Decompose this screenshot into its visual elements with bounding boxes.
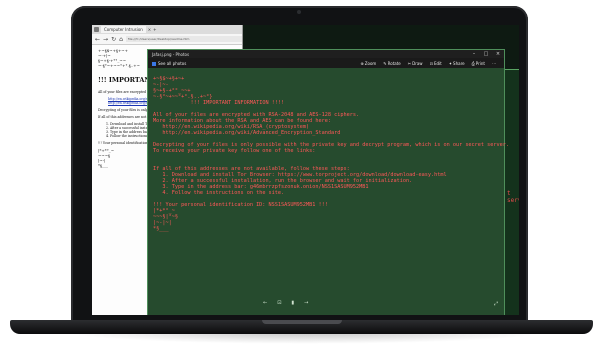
zoom-button[interactable]: ⊕Zoom <box>360 61 376 66</box>
photos-toolbar: See all photos ⊕Zoom ✎Rotate ✂Draw ⊡Edit… <box>148 58 504 68</box>
back-icon[interactable]: ← <box>95 36 100 43</box>
note-heading: !!! IMPORTANT INFORMATION !!!! <box>190 100 285 106</box>
note-receive-line: To receive your private key follow one o… <box>153 148 316 154</box>
slideshow-icon[interactable]: ⊡ <box>277 300 281 306</box>
webcam <box>297 10 301 14</box>
previous-icon[interactable]: ← <box>263 300 267 306</box>
note-id-line: !!! Your personal identification ID: NSS… <box>153 202 328 208</box>
home-icon[interactable]: ⌂ <box>119 36 123 43</box>
address-bar[interactable]: file:///C:/Users/user/Desktop/readme.htm <box>125 36 242 42</box>
note-step: 4. Follow the instructions on the site. <box>162 190 285 196</box>
photos-controls: ← ⊡ ▮ → <box>263 300 308 306</box>
print-icon: ⎙ <box>471 60 475 66</box>
share-icon: ✦ <box>448 60 453 66</box>
delete-icon[interactable]: ▮ <box>291 300 294 306</box>
forward-icon[interactable]: → <box>103 36 108 43</box>
tab-close-button[interactable]: × <box>148 27 151 32</box>
photos-app-icon <box>152 61 156 66</box>
rotate-icon: ✎ <box>383 60 387 66</box>
laptop-base-notch <box>262 320 342 324</box>
zoom-icon: ⊕ <box>360 60 364 66</box>
new-tab-button[interactable]: + <box>153 27 156 32</box>
minimize-button[interactable]: – <box>468 51 480 57</box>
see-all-photos-button[interactable]: See all photos <box>152 61 360 66</box>
expand-icon[interactable]: ⤢ <box>494 301 498 307</box>
browser-tab-bar: Computer Intrusion × + <box>92 25 242 34</box>
more-icon: ⋯ <box>492 60 496 66</box>
print-button[interactable]: ⎙Print <box>472 61 485 66</box>
note-link-aes: http://en.wikipedia.org/wiki/Advanced_En… <box>162 130 341 136</box>
laptop-screen: Computer Intrusion × + ← → ↻ ⌂ file:///C… <box>92 25 519 315</box>
more-button[interactable]: ⋯ <box>492 61 497 66</box>
close-button[interactable]: × <box>492 51 504 57</box>
edit-button[interactable]: ⊡Edit <box>430 61 442 66</box>
maximize-button[interactable]: □ <box>480 51 492 57</box>
photos-title: Jafasj.png - Photos <box>152 51 190 57</box>
next-icon[interactable]: → <box>304 300 308 306</box>
photos-window: Jafasj.png - Photos – □ × See all photos… <box>147 49 509 315</box>
draw-button[interactable]: ✂Draw <box>408 61 423 66</box>
browser-address-row: ← → ↻ ⌂ file:///C:/Users/user/Desktop/re… <box>92 34 242 45</box>
edit-icon: ⊡ <box>429 60 433 66</box>
window-menu-icon[interactable] <box>94 27 99 32</box>
share-button[interactable]: ✦Share <box>449 61 465 66</box>
rotate-button[interactable]: ✎Rotate <box>383 61 400 66</box>
draw-icon: ✂ <box>407 60 412 66</box>
browser-tab[interactable]: Computer Intrusion <box>101 26 146 33</box>
ransom-note-image: +~§$~+§+~+ ~-|~- §~+§-+°°_~~+ ~-§°~+~~°+… <box>148 68 509 232</box>
background-text-fragment: t server. <box>507 190 519 204</box>
reload-icon[interactable]: ↻ <box>111 36 116 43</box>
note-ascii-line: *§___ <box>153 226 169 232</box>
photos-title-bar: Jafasj.png - Photos – □ × <box>148 50 504 58</box>
